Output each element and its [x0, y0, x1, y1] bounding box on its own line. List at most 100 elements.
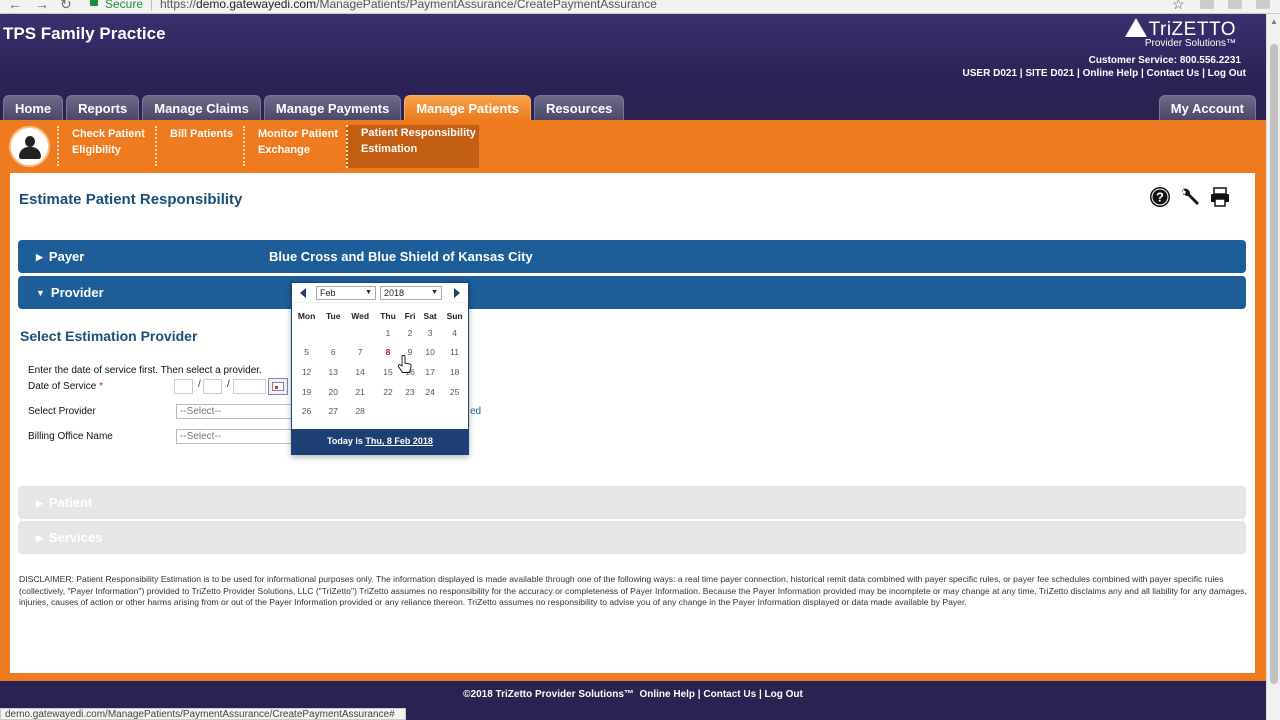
partial-link[interactable]: ed [470, 406, 481, 417]
calendar-week: 26 27 28 [292, 401, 468, 421]
weekday-header: Fri [404, 311, 416, 321]
calendar-day[interactable]: 19 [292, 382, 321, 402]
bookmark-star-icon[interactable]: ☆ [1172, 0, 1185, 13]
today-prefix: Today is [327, 436, 363, 446]
tab-my-account[interactable]: My Account [1158, 95, 1256, 120]
print-icon[interactable] [1209, 186, 1231, 208]
practice-name: TPS Family Practice [3, 24, 166, 43]
calendar-day[interactable]: 24 [419, 382, 441, 402]
date-separator: / [198, 379, 201, 390]
next-month-icon[interactable] [454, 288, 460, 298]
payer-bar[interactable]: ▶ Payer Blue Cross and Blue Shield of Kan… [18, 240, 1246, 273]
caret-right-icon: ▶ [36, 498, 43, 508]
calendar-day[interactable]: 13 [321, 362, 345, 382]
date-picker-popup: Feb 2018 MonTueWedThuFriSatSun 123456789… [291, 282, 469, 455]
tab-manage-patients[interactable]: Manage Patients [404, 95, 531, 120]
calendar-day[interactable]: 6 [321, 343, 345, 363]
hand-cursor-icon [398, 355, 412, 373]
forward-icon[interactable]: → [35, 0, 49, 12]
select-provider-dropdown[interactable]: --Select-- [176, 404, 296, 419]
calendar-day[interactable]: 23 [401, 382, 419, 402]
calendar-day[interactable]: 3 [419, 323, 441, 343]
tab-home[interactable]: Home [3, 95, 64, 120]
address-bar[interactable]: https://demo.gatewayedi.com/ManagePatien… [160, 0, 657, 11]
instruction-text: Enter the date of service first. Then se… [28, 365, 262, 376]
provider-label: Provider [50, 285, 104, 300]
copyright: ©2018 TriZetto Provider Solutions™ [463, 689, 634, 700]
calendar-day[interactable]: 22 [375, 382, 401, 402]
calendar-day[interactable]: 21 [345, 382, 375, 402]
extension-icon[interactable] [1200, 0, 1214, 9]
subnav-monitor-exchange[interactable]: Monitor Patient Exchange [243, 126, 353, 166]
tab-manage-payments[interactable]: Manage Payments [263, 95, 402, 120]
calendar-empty-cell [419, 401, 441, 421]
calendar-header: Feb 2018 [292, 283, 468, 303]
calendar-day[interactable]: 18 [441, 362, 468, 382]
calendar-day[interactable]: 27 [321, 401, 345, 421]
calendar-empty-cell [345, 323, 375, 343]
date-day-input[interactable] [203, 379, 222, 394]
weekday-header: Thu [380, 311, 396, 321]
sub-navigation: Check Patient Eligibility Bill Patients … [0, 120, 1266, 173]
back-icon[interactable]: ← [8, 0, 22, 12]
scroll-thumb[interactable] [1270, 44, 1278, 684]
calendar-day[interactable]: 7 [345, 343, 375, 363]
calendar-empty-cell [375, 401, 401, 421]
calendar-empty-cell [441, 401, 468, 421]
calendar-day[interactable]: 4 [441, 323, 468, 343]
calendar-day[interactable]: 20 [321, 382, 345, 402]
date-year-input[interactable] [233, 379, 266, 394]
calendar-day[interactable]: 10 [419, 343, 441, 363]
subnav-label: Monitor Patient [258, 128, 339, 140]
calendar-day[interactable]: 17 [419, 362, 441, 382]
url-host: demo.gatewayedi.com [196, 0, 317, 11]
calendar-day[interactable]: 26 [292, 401, 321, 421]
subnav-check-eligibility[interactable]: Check Patient Eligibility [57, 126, 167, 166]
weekday-header: Sat [423, 311, 437, 321]
patient-bar[interactable]: ▶ Patient [18, 486, 1246, 519]
calendar-week: 5 6 7 8 9 10 11 [292, 343, 468, 363]
month-select[interactable]: Feb [316, 286, 376, 300]
date-of-service-label: Date of Service * [28, 381, 103, 392]
calendar-day[interactable]: 11 [441, 343, 468, 363]
calendar-day[interactable]: 1 [375, 323, 401, 343]
required-mark: * [99, 381, 104, 392]
calendar-day[interactable]: 14 [345, 362, 375, 382]
lock-icon [90, 0, 98, 6]
tab-reports[interactable]: Reports [66, 95, 140, 120]
calendar-day[interactable]: 12 [292, 362, 321, 382]
user-links[interactable]: USER D021 | SITE D021 | Online Help | Co… [963, 68, 1246, 79]
calendar-empty-cell [292, 323, 321, 343]
today-link[interactable]: Thu, 8 Feb 2018 [365, 436, 433, 446]
extension-icon[interactable] [1228, 0, 1242, 9]
services-label: Services [48, 530, 103, 545]
site-footer: ©2018 TriZetto Provider Solutions™ Onlin… [0, 681, 1266, 709]
weekday-header: Sun [446, 311, 463, 321]
calendar-day[interactable]: 5 [292, 343, 321, 363]
year-select[interactable]: 2018 [380, 286, 442, 300]
subnav-responsibility-estimation[interactable]: Patient Responsibility Estimation [346, 125, 479, 168]
site-header: TPS Family Practice TriZETTO Provider So… [0, 14, 1266, 120]
calendar-day[interactable]: 2 [401, 323, 419, 343]
page-scrollbar[interactable]: ▲ [1266, 14, 1280, 720]
tab-resources[interactable]: Resources [533, 95, 625, 120]
prev-month-icon[interactable] [300, 288, 306, 298]
subnav-label: Patient Responsibility [361, 127, 476, 139]
billing-office-dropdown[interactable]: --Select-- [176, 429, 296, 444]
provider-bar[interactable]: ▼ Provider [18, 276, 1246, 309]
reload-icon[interactable]: ↻ [60, 0, 72, 13]
calendar-day[interactable]: 28 [345, 401, 375, 421]
calendar-empty-cell [401, 401, 419, 421]
help-icon[interactable]: ? [1149, 186, 1171, 208]
services-bar[interactable]: ▶ Services [18, 521, 1246, 554]
calendar-button[interactable] [268, 378, 288, 395]
calendar-today-bar: Today is Thu, 8 Feb 2018 [292, 429, 468, 454]
extension-icon[interactable] [1256, 0, 1270, 9]
footer-links[interactable]: Online Help | Contact Us | Log Out [639, 689, 802, 700]
date-month-input[interactable] [174, 379, 193, 394]
scroll-up-icon[interactable]: ▲ [1270, 17, 1278, 26]
calendar-day[interactable]: 25 [441, 382, 468, 402]
tab-manage-claims[interactable]: Manage Claims [142, 95, 261, 120]
caret-right-icon: ▶ [36, 533, 43, 543]
wrench-icon[interactable] [1179, 186, 1201, 208]
